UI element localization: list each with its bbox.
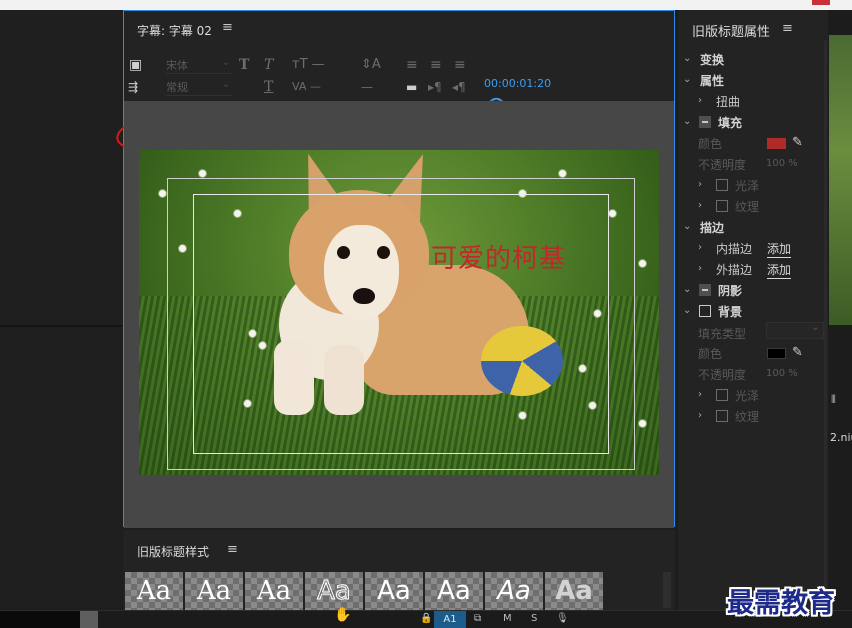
bg-texture-checkbox[interactable] bbox=[716, 410, 728, 422]
chevron-right-icon: › bbox=[698, 242, 702, 253]
program-monitor-edge: ⦀ 2.niu bbox=[829, 10, 852, 610]
chevron-down-icon: ⌄ bbox=[683, 221, 692, 232]
align-center-icon[interactable]: ≡ bbox=[430, 57, 442, 73]
style-swatch[interactable]: Aa bbox=[485, 572, 543, 610]
flower bbox=[159, 190, 166, 197]
track-a1-toggle[interactable]: A1 bbox=[434, 611, 466, 628]
timeline-left-area bbox=[0, 611, 80, 628]
title-panel-menu-icon[interactable]: ≡ bbox=[222, 20, 233, 35]
title-canvas-area[interactable]: 可爱的柯基 bbox=[124, 101, 674, 528]
flower bbox=[199, 170, 206, 177]
properties-scrollbar[interactable] bbox=[824, 40, 827, 600]
align-right-icon[interactable]: ≡ bbox=[454, 57, 466, 73]
properties-panel-title: 旧版标题属性 bbox=[692, 25, 771, 40]
tab-ruler-icon[interactable]: ▬ bbox=[406, 79, 417, 95]
left-panel bbox=[0, 10, 122, 608]
style-swatch[interactable]: Aa bbox=[305, 572, 363, 610]
fill-type-select[interactable] bbox=[766, 320, 824, 339]
sheen-checkbox[interactable] bbox=[716, 179, 728, 191]
chevron-down-icon: ⌄ bbox=[221, 79, 230, 90]
add-outer-stroke-link[interactable]: 添加 bbox=[767, 261, 792, 279]
tab-stops-icon[interactable]: ⇶ bbox=[128, 79, 138, 95]
pilcrow-left-icon[interactable]: ▸¶ bbox=[428, 79, 442, 95]
chevron-down-icon: ⌄ bbox=[683, 74, 692, 85]
program-monitor-image bbox=[829, 35, 852, 325]
left-panel-divider bbox=[0, 325, 122, 327]
chevron-right-icon: › bbox=[698, 410, 702, 421]
title-panel-header: 字幕: 字幕 02 ≡ bbox=[124, 11, 674, 49]
flower bbox=[639, 260, 646, 267]
texture-checkbox[interactable] bbox=[716, 200, 728, 212]
italic-icon[interactable]: T bbox=[264, 57, 273, 73]
bg-color-swatch[interactable] bbox=[767, 348, 786, 359]
flower bbox=[639, 420, 646, 427]
chevron-right-icon: › bbox=[698, 389, 702, 400]
style-swatch[interactable]: Aa bbox=[245, 572, 303, 610]
properties-panel-menu-icon[interactable]: ≡ bbox=[782, 21, 793, 36]
watermark-logo: 最需教育 bbox=[727, 588, 835, 619]
eyedropper-icon[interactable]: ✎ bbox=[792, 345, 803, 360]
project-item-name[interactable]: 2.niu bbox=[830, 431, 852, 444]
chevron-right-icon: › bbox=[698, 200, 702, 211]
timeline-scroll-handle[interactable] bbox=[80, 611, 98, 628]
style-swatch-list: Aa Aa Aa Aa Aa Aa Aa Aa bbox=[125, 572, 603, 610]
style-swatch[interactable]: Aa bbox=[545, 572, 603, 610]
fill-toggle[interactable] bbox=[699, 116, 711, 128]
style-swatch[interactable]: Aa bbox=[185, 572, 243, 610]
bg-sheen-checkbox[interactable] bbox=[716, 389, 728, 401]
baseline-shift-icon[interactable]: — bbox=[361, 79, 373, 95]
pilcrow-right-icon[interactable]: ◂¶ bbox=[452, 79, 466, 95]
roll-crawl-options-icon[interactable]: ▣ bbox=[129, 57, 142, 73]
chevron-down-icon: ⌄ bbox=[221, 57, 230, 68]
title-safe-margin bbox=[193, 194, 609, 454]
bold-icon[interactable]: T bbox=[239, 57, 249, 73]
chevron-down-icon: ⌄ bbox=[683, 53, 692, 64]
styles-panel-title: 旧版标题样式 bbox=[137, 545, 210, 559]
solo-track-button[interactable]: S bbox=[531, 613, 537, 624]
add-inner-stroke-link[interactable]: 添加 bbox=[767, 240, 792, 258]
leading-icon[interactable]: ⇕A bbox=[361, 57, 381, 73]
font-style-select[interactable]: 常规 ⌄ bbox=[166, 79, 232, 96]
styles-scrollbar[interactable] bbox=[663, 572, 671, 608]
flower bbox=[559, 170, 566, 177]
sync-lock-icon[interactable]: ⧉ bbox=[474, 613, 481, 624]
title-editor-panel: 字幕: 字幕 02 ≡ ▣ ⇶ 宋体 ⌄ 常规 ⌄ T T T тT — VA — … bbox=[113, 10, 675, 528]
hand-cursor-icon: ✋ bbox=[334, 607, 352, 623]
chevron-right-icon: › bbox=[698, 263, 702, 274]
style-swatch[interactable]: Aa bbox=[425, 572, 483, 610]
background-checkbox[interactable] bbox=[699, 305, 711, 317]
chevron-down-icon: ⌄ bbox=[683, 116, 692, 127]
mute-track-button[interactable]: M bbox=[503, 613, 512, 624]
shadow-toggle[interactable] bbox=[699, 284, 711, 296]
font-size-icon[interactable]: тT — bbox=[292, 57, 325, 73]
chevron-right-icon: › bbox=[698, 95, 702, 106]
lock-icon[interactable]: 🔒 bbox=[420, 613, 432, 624]
legacy-title-styles-panel: 旧版标题样式 ≡ Aa Aa Aa Aa Aa Aa Aa Aa bbox=[123, 530, 675, 610]
chevron-down-icon: ⌄ bbox=[683, 284, 692, 295]
title-toolbar: ▣ ⇶ 宋体 ⌄ 常规 ⌄ T T T тT — VA — ⇕A — ≡ ≡ ≡ ▬… bbox=[113, 49, 674, 157]
kerning-icon[interactable]: VA — bbox=[292, 79, 321, 95]
chevron-right-icon: › bbox=[698, 179, 702, 190]
style-swatch[interactable]: Aa bbox=[125, 572, 183, 610]
styles-panel-menu-icon[interactable]: ≡ bbox=[227, 542, 238, 557]
background-timecode[interactable]: 00:00:01:20 bbox=[484, 77, 551, 90]
microphone-icon[interactable]: 🎙 bbox=[556, 613, 569, 624]
timeline-bottom-bar: ✋ 🔒 A1 ⧉ M S 🎙 bbox=[0, 607, 852, 628]
top-strip bbox=[0, 0, 852, 10]
monitor-marker-icon: ⦀ bbox=[831, 393, 836, 406]
fill-color-swatch[interactable] bbox=[767, 138, 786, 149]
close-corner bbox=[812, 0, 830, 5]
legacy-title-properties-panel: 旧版标题属性 ≡ ⌄ 变换 ⌄ 属性 › 扭曲 ⌄ 填充 颜色 ✎ 不透明度 1… bbox=[678, 10, 828, 610]
underline-icon[interactable]: T bbox=[264, 79, 273, 95]
eyedropper-icon[interactable]: ✎ bbox=[792, 135, 803, 150]
title-panel-title: 字幕: 字幕 02 bbox=[137, 24, 212, 38]
align-left-icon[interactable]: ≡ bbox=[406, 57, 418, 73]
title-text-object[interactable]: 可爱的柯基 bbox=[431, 238, 566, 275]
font-family-select[interactable]: 宋体 ⌄ bbox=[166, 57, 232, 74]
style-swatch[interactable]: Aa bbox=[365, 572, 423, 610]
chevron-down-icon: ⌄ bbox=[683, 305, 692, 316]
